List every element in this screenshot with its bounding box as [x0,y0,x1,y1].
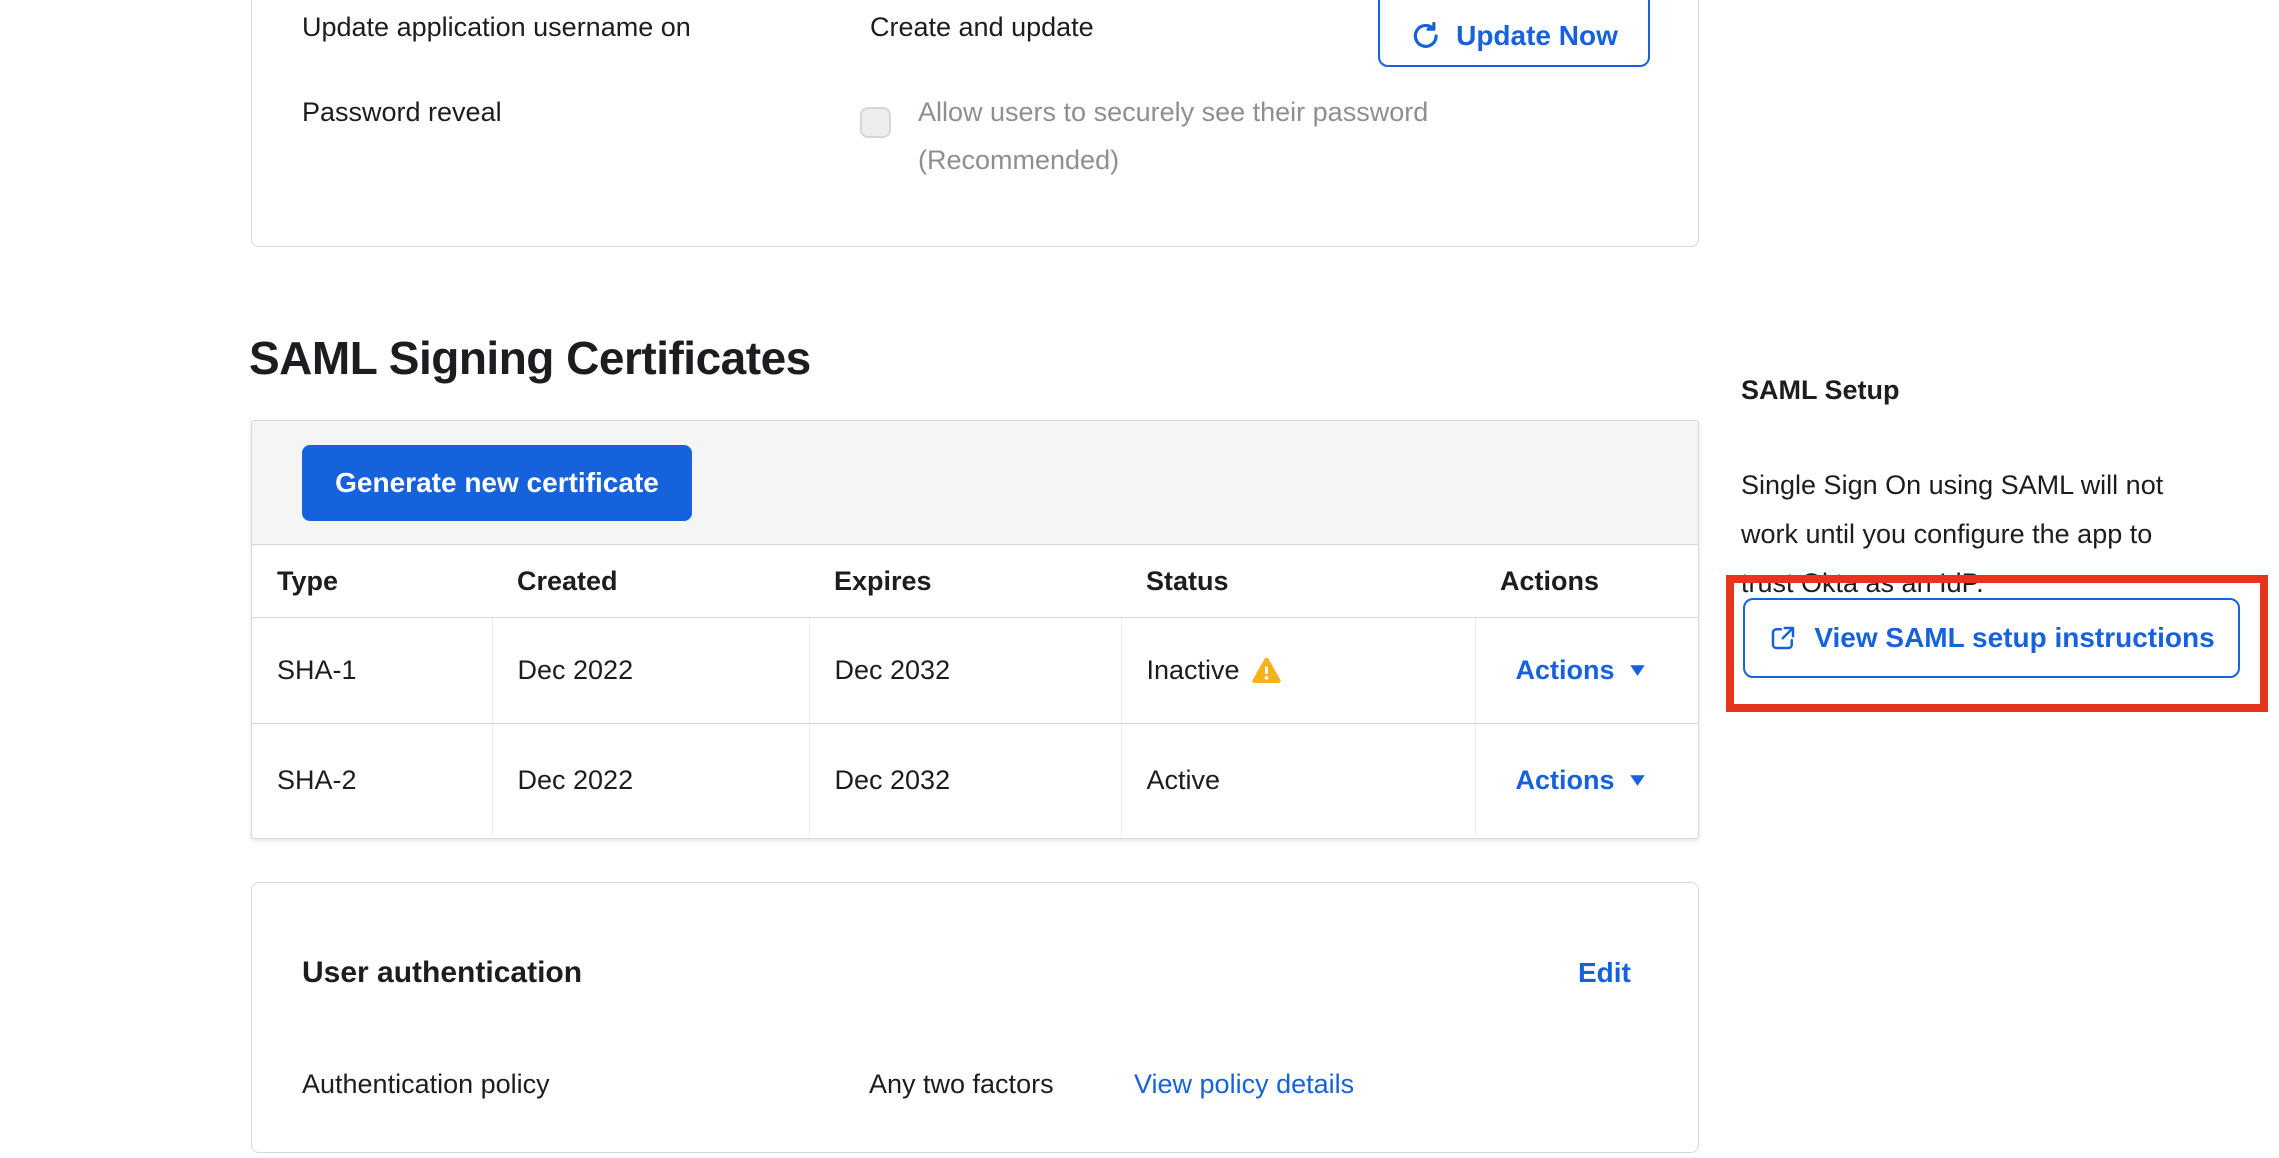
password-reveal-checkbox-subtext: (Recommended) [918,144,1119,176]
column-header-expires: Expires [809,545,1121,618]
update-username-label: Update application username on [302,11,691,43]
certificate-row-sha2: SHA-2 Dec 2022 Dec 2032 Active Actions [252,724,1698,838]
update-now-label: Update Now [1456,20,1618,52]
cert-type: SHA-1 [252,618,492,724]
external-link-icon [1768,623,1798,653]
user-authentication-heading: User authentication [302,955,582,991]
cert-expires: Dec 2032 [809,724,1121,838]
cert-status: Inactive [1147,655,1240,686]
password-reveal-checkbox[interactable] [860,107,891,138]
generate-certificate-button[interactable]: Generate new certificate [302,445,692,521]
update-now-button[interactable]: Update Now [1378,0,1650,67]
password-reveal-label: Password reveal [302,96,502,128]
credentials-details-panel: Update application username on Create an… [251,0,1699,247]
cert-created: Dec 2022 [492,724,809,838]
certificates-table: Type Created Expires Status Actions SHA-… [252,545,1698,837]
chevron-down-icon [1629,664,1646,677]
column-header-actions: Actions [1475,545,1698,618]
warning-icon [1252,656,1281,685]
refresh-icon [1410,20,1442,52]
update-username-value: Create and update [870,11,1094,43]
certificate-row-sha1: SHA-1 Dec 2022 Dec 2032 Inactive [252,618,1698,724]
cert-actions-label: Actions [1516,655,1615,686]
cert-actions-dropdown[interactable]: Actions [1501,655,1646,686]
column-header-type: Type [252,545,492,618]
cert-expires: Dec 2032 [809,618,1121,724]
password-reveal-checkbox-text: Allow users to securely see their passwo… [918,96,1428,128]
cert-actions-dropdown[interactable]: Actions [1501,765,1646,796]
authentication-policy-label: Authentication policy [302,1068,550,1100]
saml-certificates-heading: SAML Signing Certificates [249,332,811,384]
sign-on-settings-page: Update application username on Create an… [0,0,2279,1158]
chevron-down-icon [1629,774,1646,787]
certificates-table-header-row: Type Created Expires Status Actions [252,545,1698,618]
edit-link[interactable]: Edit [1578,957,1631,989]
cert-actions-label: Actions [1516,765,1615,796]
column-header-status: Status [1121,545,1475,618]
authentication-policy-value: Any two factors [869,1068,1054,1100]
user-authentication-panel: User authentication Edit Authentication … [251,882,1699,1153]
view-saml-setup-instructions-label: View SAML setup instructions [1814,622,2214,654]
column-header-created: Created [492,545,809,618]
cert-status: Active [1147,765,1221,796]
saml-setup-heading: SAML Setup [1741,374,1900,406]
view-saml-setup-instructions-button[interactable]: View SAML setup instructions [1743,598,2240,678]
cert-type: SHA-2 [252,724,492,838]
cert-created: Dec 2022 [492,618,809,724]
view-policy-details-link[interactable]: View policy details [1134,1068,1354,1100]
saml-certificates-card: Generate new certificate Type Created Ex… [251,420,1699,839]
certificates-toolbar: Generate new certificate [252,421,1698,545]
